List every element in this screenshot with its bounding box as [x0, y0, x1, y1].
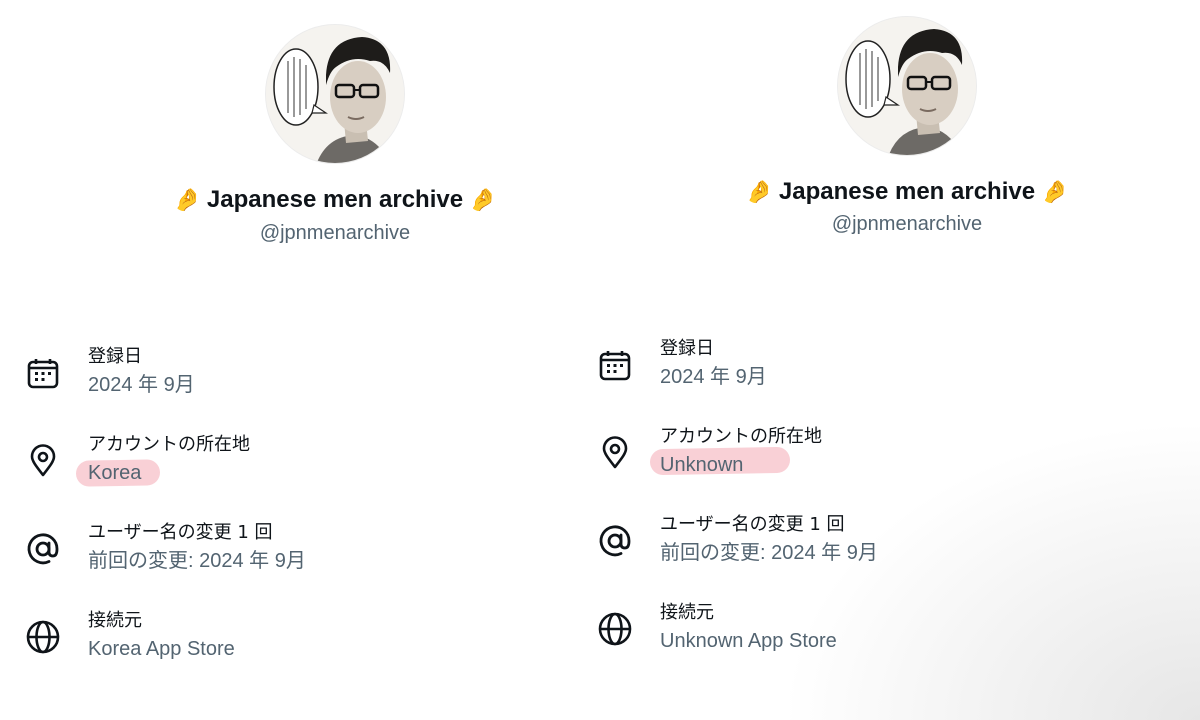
username-handle[interactable]: @jpnmenarchive	[0, 222, 670, 245]
row-value: 前回の変更: 2024 年 9月	[88, 550, 306, 572]
row-title: ユーザー名の変更 1 回	[88, 522, 273, 543]
globe-icon	[596, 610, 634, 648]
display-name: 🤌 Japanese men archive 🤌	[572, 178, 1200, 206]
pinched-fingers-emoji: 🤌	[1041, 179, 1069, 204]
display-name-text: Japanese men archive	[778, 178, 1036, 205]
at-sign-icon	[596, 522, 634, 560]
pinched-fingers-emoji: 🤌	[469, 187, 497, 212]
profile-panel-left: 🤌 Japanese men archive 🤌 @jpnmenarchive …	[0, 0, 600, 720]
row-title: 登録日	[88, 346, 142, 367]
calendar-icon	[596, 346, 634, 384]
row-title: アカウントの所在地	[88, 434, 250, 455]
avatar-illustration	[266, 25, 404, 163]
location-pin-icon	[24, 442, 62, 480]
location-value: Unknown	[660, 454, 744, 476]
row-title: 接続元	[660, 602, 714, 623]
display-name: 🤌 Japanese men archive 🤌	[0, 186, 670, 214]
location-value: Korea	[88, 462, 142, 484]
row-value-highlighted: Korea	[75, 458, 161, 488]
display-name-text: Japanese men archive	[206, 186, 464, 213]
location-pin-icon	[596, 434, 634, 472]
row-title: ユーザー名の変更 1 回	[660, 514, 845, 535]
calendar-icon	[24, 354, 62, 392]
row-title: アカウントの所在地	[660, 426, 822, 447]
pinched-fingers-emoji: 🤌	[745, 179, 773, 204]
row-value: Unknown App Store	[660, 630, 837, 652]
row-value-highlighted: Unknown	[649, 446, 791, 480]
row-title: 接続元	[88, 610, 142, 631]
profile-panel-right: 🤌 Japanese men archive 🤌 @jpnmenarchive …	[572, 0, 1172, 720]
row-value: 2024 年 9月	[88, 374, 195, 396]
row-value: Korea App Store	[88, 638, 235, 660]
row-value: 2024 年 9月	[660, 366, 767, 388]
at-sign-icon	[24, 530, 62, 568]
avatar[interactable]	[265, 24, 405, 164]
globe-icon	[24, 618, 62, 656]
pinched-fingers-emoji: 🤌	[173, 187, 201, 212]
row-value: 前回の変更: 2024 年 9月	[660, 542, 878, 564]
row-title: 登録日	[660, 338, 714, 359]
avatar[interactable]	[837, 16, 977, 156]
avatar-illustration	[838, 17, 976, 155]
username-handle[interactable]: @jpnmenarchive	[572, 213, 1200, 236]
